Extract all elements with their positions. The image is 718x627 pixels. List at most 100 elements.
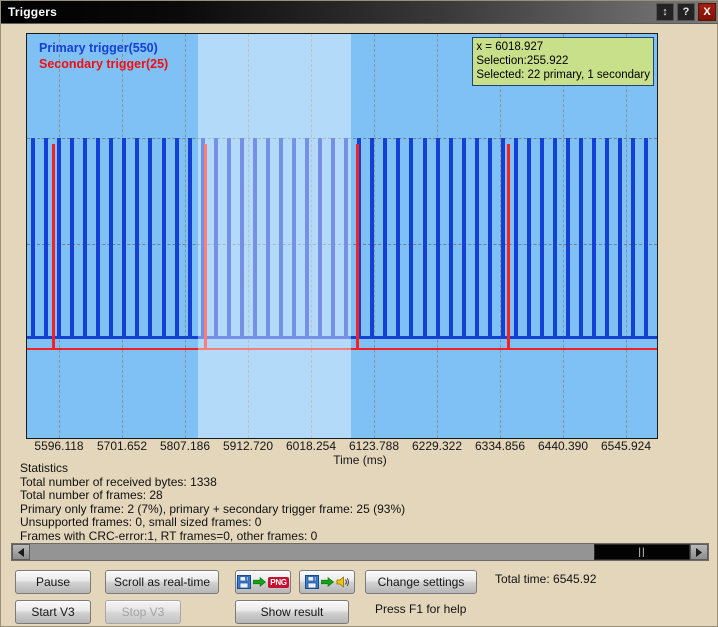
statistics-line: Total number of frames: 28 (20, 488, 163, 503)
x-axis-tick-label: 5807.186 (159, 439, 211, 453)
primary-trigger-pulse (31, 138, 35, 336)
primary-trigger-pulse (644, 138, 648, 336)
horizontal-scrollbar[interactable]: || (11, 543, 709, 561)
triggers-window: Triggers ↕ ? X Primary trigger(550) Seco… (0, 0, 718, 627)
scrollbar-thumb[interactable]: || (594, 544, 690, 560)
primary-trigger-pulse (175, 138, 179, 336)
pause-button[interactable]: Pause (15, 570, 91, 594)
primary-trigger-baseline (27, 336, 657, 339)
primary-trigger-pulse (188, 138, 192, 336)
save-audio-button[interactable] (299, 570, 355, 594)
x-axis-tick-label: 6334.856 (474, 439, 526, 453)
floppy-disk-icon (237, 575, 252, 589)
secondary-trigger-spike (52, 144, 55, 348)
primary-trigger-pulse (462, 138, 466, 336)
info-cursor-x: x = 6018.927 (476, 41, 544, 53)
primary-trigger-pulse (162, 138, 166, 336)
primary-trigger-pulse (605, 138, 609, 336)
arrow-right-icon (253, 577, 267, 587)
grid-line-vertical (185, 34, 186, 438)
primary-trigger-pulse (70, 138, 74, 336)
statistics-line: Unsupported frames: 0, small sized frame… (20, 515, 262, 530)
help-hint-label: Press F1 for help (375, 602, 467, 616)
arrow-right-icon (320, 577, 334, 587)
primary-trigger-pulse (266, 138, 270, 336)
primary-trigger-pulse (566, 138, 570, 336)
primary-trigger-pulse (396, 138, 400, 336)
scroll-realtime-button[interactable]: Scroll as real-time (105, 570, 219, 594)
primary-trigger-pulse (109, 138, 113, 336)
primary-trigger-pulse (527, 138, 531, 336)
close-button[interactable]: X (698, 3, 716, 21)
scroll-right-arrow-icon[interactable] (690, 544, 708, 560)
primary-trigger-pulse (253, 138, 257, 336)
save-png-button[interactable]: PNG (235, 570, 291, 594)
primary-trigger-pulse (279, 138, 283, 336)
save-audio-icon-group (304, 575, 350, 589)
x-axis-tick-label: 6123.788 (348, 439, 400, 453)
change-settings-button[interactable]: Change settings (365, 570, 477, 594)
primary-trigger-pulse (475, 138, 479, 336)
primary-trigger-pulse (227, 138, 231, 336)
png-badge: PNG (268, 576, 289, 588)
show-result-button[interactable]: Show result (235, 600, 349, 624)
primary-trigger-pulse (540, 138, 544, 336)
primary-trigger-pulse (579, 138, 583, 336)
legend-secondary: Secondary trigger(25) (39, 57, 169, 71)
primary-trigger-pulse (501, 138, 505, 336)
window-title: Triggers (8, 5, 57, 19)
scroll-left-arrow-icon[interactable] (12, 544, 30, 560)
x-axis-tick-label: 6545.924 (600, 439, 652, 453)
secondary-trigger-spike (507, 144, 510, 348)
primary-trigger-pulse (553, 138, 557, 336)
primary-trigger-pulse (409, 138, 413, 336)
statistics-line: Total number of received bytes: 1338 (20, 474, 217, 489)
primary-trigger-pulse (57, 138, 61, 336)
primary-trigger-pulse (436, 138, 440, 336)
primary-trigger-pulse (344, 138, 348, 336)
floppy-disk-icon (304, 575, 319, 589)
primary-trigger-pulse (96, 138, 100, 336)
speaker-icon (336, 576, 349, 588)
primary-trigger-pulse (292, 138, 296, 336)
info-selected-counts: Selected: 22 primary, 1 secondary (476, 69, 650, 81)
title-bar: Triggers ↕ ? X (1, 1, 718, 24)
grid-line-vertical (626, 34, 627, 438)
primary-trigger-pulse (83, 138, 87, 336)
secondary-trigger-baseline (27, 348, 657, 350)
grid-line-vertical (311, 34, 312, 438)
statistics-line: Frames with CRC-error:1, RT frames=0, ot… (20, 528, 318, 543)
legend-primary: Primary trigger(550) (39, 41, 158, 55)
secondary-trigger-spike (204, 144, 207, 348)
primary-trigger-pulse (135, 138, 139, 336)
title-bar-buttons: ↕ ? X (656, 3, 716, 21)
primary-trigger-pulse (305, 138, 309, 336)
trigger-chart[interactable]: Primary trigger(550) Secondary trigger(2… (26, 33, 658, 439)
primary-trigger-pulse (618, 138, 622, 336)
help-button[interactable]: ? (677, 3, 695, 21)
start-v3-button[interactable]: Start V3 (15, 600, 91, 624)
primary-trigger-pulse (488, 138, 492, 336)
primary-trigger-pulse (592, 138, 596, 336)
plot-area[interactable] (27, 34, 657, 438)
primary-trigger-pulse (44, 138, 48, 336)
primary-trigger-pulse (514, 138, 518, 336)
primary-trigger-pulse (449, 138, 453, 336)
primary-trigger-pulse (122, 138, 126, 336)
statistics-block: Statistics Total number of received byte… (20, 461, 406, 544)
restore-button[interactable]: ↕ (656, 3, 674, 21)
primary-trigger-pulse (148, 138, 152, 336)
primary-trigger-pulse (240, 138, 244, 336)
primary-trigger-pulse (318, 138, 322, 336)
scrollbar-track[interactable]: || (30, 544, 690, 560)
primary-trigger-pulse (383, 138, 387, 336)
x-axis-tick-label: 5596.118 (34, 439, 84, 453)
info-selection: Selection:255.922 (476, 55, 569, 67)
x-axis-tick-label: 6229.322 (411, 439, 463, 453)
primary-trigger-pulse (370, 138, 374, 336)
chart-selection-region[interactable] (198, 34, 351, 438)
total-time-label: Total time: 6545.92 (495, 572, 597, 586)
chart-legend: Primary trigger(550) Secondary trigger(2… (39, 40, 168, 72)
primary-trigger-pulse (214, 138, 218, 336)
statistics-line: Primary only frame: 2 (7%), primary + se… (20, 501, 406, 516)
